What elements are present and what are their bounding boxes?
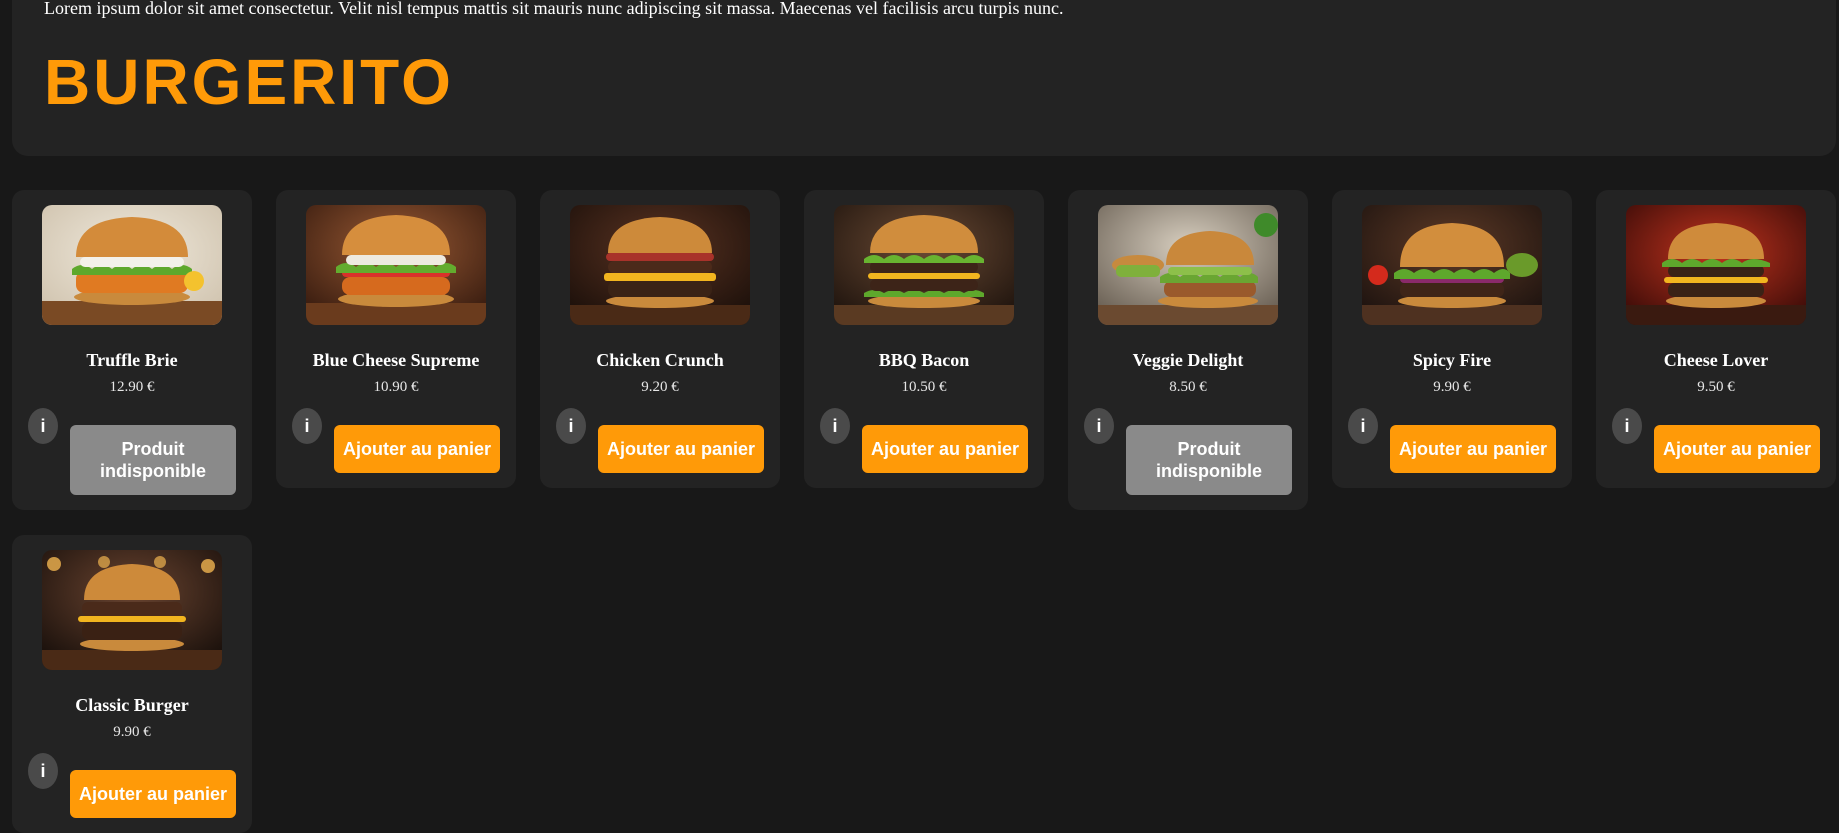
unavailable-button[interactable]: Produit indisponible: [70, 425, 236, 495]
product-image[interactable]: [42, 550, 222, 670]
product-image[interactable]: [42, 205, 222, 325]
product-price: 12.90 €: [109, 379, 155, 395]
info-button[interactable]: i: [1084, 408, 1114, 444]
info-button[interactable]: i: [1348, 408, 1378, 444]
product-card-chicken-crunch: Chicken Crunch 9.20 € i Ajouter au panie…: [540, 190, 780, 488]
add-to-cart-button[interactable]: Ajouter au panier: [70, 770, 236, 818]
product-name: BBQ Bacon: [878, 350, 970, 370]
product-price: 9.90 €: [1433, 379, 1471, 395]
product-image[interactable]: [1626, 205, 1806, 325]
product-name: Chicken Crunch: [596, 350, 724, 370]
add-to-cart-button[interactable]: Ajouter au panier: [598, 425, 764, 473]
product-price: 10.50 €: [901, 379, 947, 395]
product-name: Cheese Lover: [1663, 350, 1769, 370]
product-price: 9.90 €: [113, 724, 151, 740]
product-card-classic-burger: Classic Burger 9.90 € i Ajouter au panie…: [12, 535, 252, 833]
product-price: 9.50 €: [1697, 379, 1735, 395]
intro-text: Lorem ipsum dolor sit amet consectetur. …: [44, 0, 1064, 18]
product-name: Veggie Delight: [1132, 350, 1244, 370]
product-card-bbq-bacon: BBQ Bacon 10.50 € i Ajouter au panier: [804, 190, 1044, 488]
product-name: Spicy Fire: [1412, 350, 1492, 370]
product-name: Truffle Brie: [86, 350, 178, 370]
product-name: Blue Cheese Supreme: [312, 350, 480, 370]
product-image[interactable]: [834, 205, 1014, 325]
add-to-cart-button[interactable]: Ajouter au panier: [1654, 425, 1820, 473]
add-to-cart-button[interactable]: Ajouter au panier: [1390, 425, 1556, 473]
info-button[interactable]: i: [556, 408, 586, 444]
product-name: Classic Burger: [75, 695, 189, 715]
info-button[interactable]: i: [292, 408, 322, 444]
product-image[interactable]: [1362, 205, 1542, 325]
product-price: 9.20 €: [641, 379, 679, 395]
info-button[interactable]: i: [28, 753, 58, 789]
info-button[interactable]: i: [28, 408, 58, 444]
unavailable-button[interactable]: Produit indisponible: [1126, 425, 1292, 495]
product-card-cheese-lover: Cheese Lover 9.50 € i Ajouter au panier: [1596, 190, 1836, 488]
brand-logo[interactable]: BURGERITO: [44, 46, 454, 118]
product-price: 8.50 €: [1169, 379, 1207, 395]
product-image[interactable]: [306, 205, 486, 325]
product-card-blue-cheese-supreme: Blue Cheese Supreme 10.90 € i Ajouter au…: [276, 190, 516, 488]
add-to-cart-button[interactable]: Ajouter au panier: [862, 425, 1028, 473]
product-image[interactable]: [570, 205, 750, 325]
product-price: 10.90 €: [373, 379, 419, 395]
product-card-spicy-fire: Spicy Fire 9.90 € i Ajouter au panier: [1332, 190, 1572, 488]
add-to-cart-button[interactable]: Ajouter au panier: [334, 425, 500, 473]
product-card-veggie-delight: Veggie Delight 8.50 € i Produit indispon…: [1068, 190, 1308, 510]
info-button[interactable]: i: [1612, 408, 1642, 444]
product-card-truffle-brie: Truffle Brie 12.90 € i Produit indisponi…: [12, 190, 252, 510]
product-image[interactable]: [1098, 205, 1278, 325]
info-button[interactable]: i: [820, 408, 850, 444]
